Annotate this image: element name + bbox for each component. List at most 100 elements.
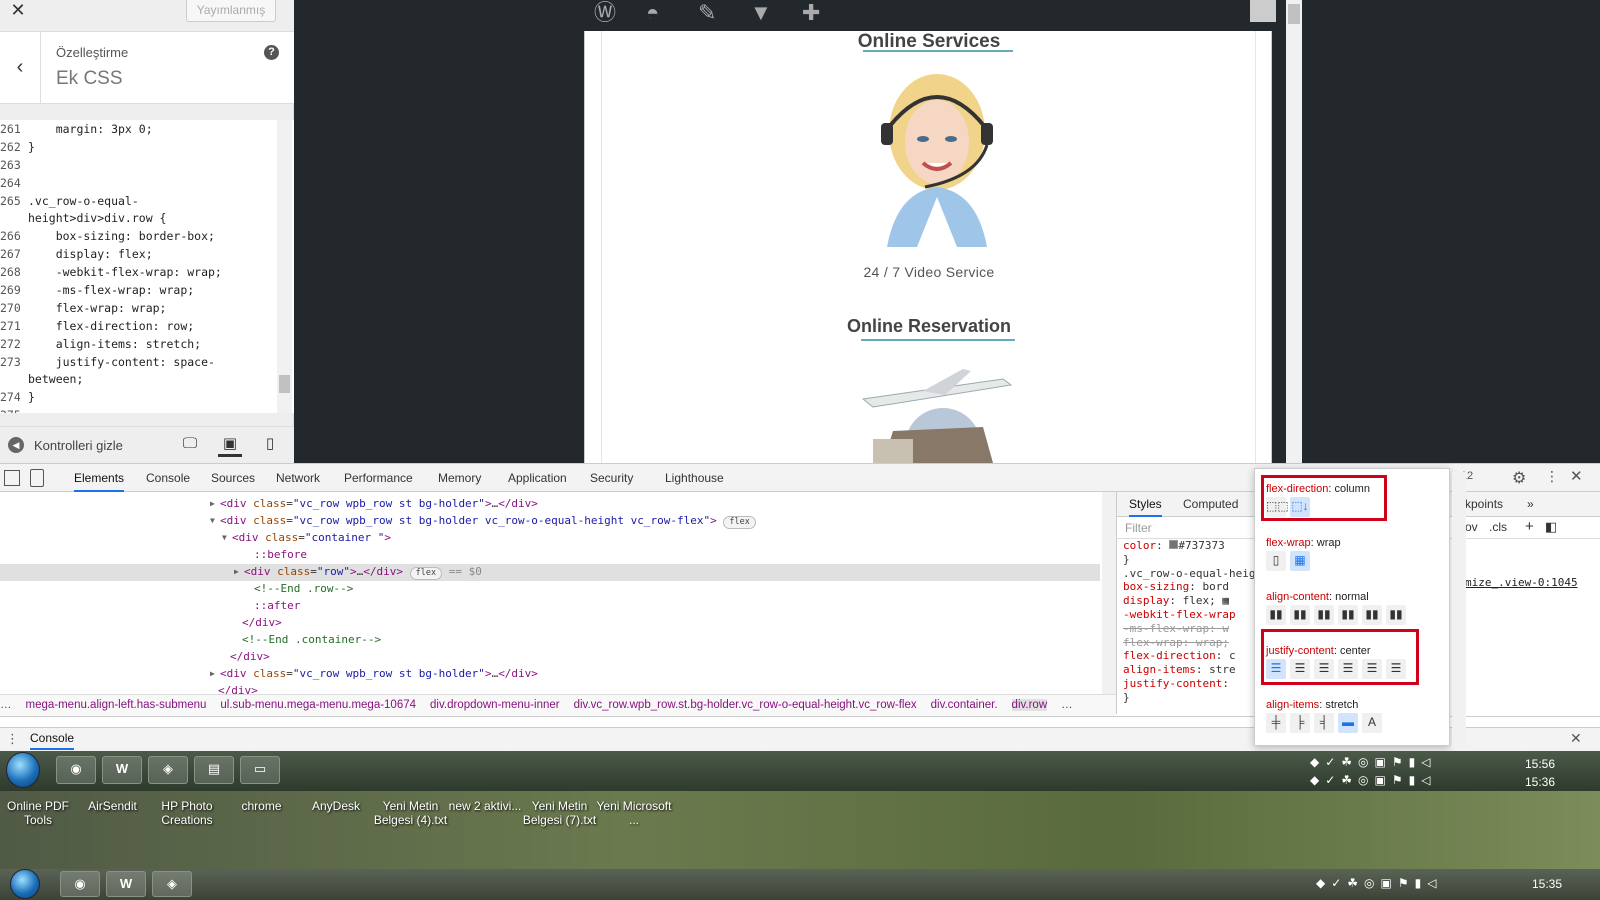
breadcrumb-item[interactable]: …	[0, 699, 12, 711]
comments-icon[interactable]: ▼	[750, 2, 802, 24]
code-line[interactable]: flex-wrap: wrap;	[28, 300, 276, 318]
system-tray-icons[interactable]: ◆✓☘◎▣⚑▮◁	[1310, 755, 1436, 769]
dom-node[interactable]: </div>	[0, 615, 1100, 632]
dom-tree-scrollbar[interactable]	[1102, 492, 1116, 694]
clock[interactable]: 15:35	[1532, 877, 1562, 891]
code-line[interactable]: -ms-flex-wrap: wrap;	[28, 282, 276, 300]
breadcrumb-item[interactable]: mega-menu.align-left.has-submenu	[26, 699, 207, 711]
align-items-option-icon[interactable]: ╪	[1266, 713, 1286, 733]
more-tabs-icon[interactable]: »	[1527, 492, 1534, 517]
dom-node[interactable]: <!--End .container-->	[0, 632, 1100, 649]
expand-arrow-icon[interactable]: ▼	[222, 530, 227, 547]
tab-memory[interactable]: Memory	[438, 464, 481, 492]
desktop-icon[interactable]: Yeni Metin Belgesi (7).txt	[522, 799, 598, 827]
inspect-element-icon[interactable]	[4, 470, 20, 486]
dom-breadcrumb[interactable]: … mega-menu.align-left.has-submenu ul.sub-…	[0, 694, 1116, 716]
more-options-icon[interactable]: ⋮	[1545, 468, 1559, 485]
dom-node[interactable]: ::before	[0, 547, 1100, 564]
styles-scrollbar[interactable]	[1452, 472, 1466, 748]
hide-controls-icon[interactable]: ◀	[8, 437, 24, 453]
clock-top[interactable]: 15:56	[1525, 757, 1555, 771]
code-line[interactable]: display: flex;	[28, 246, 276, 264]
code-line[interactable]: }	[28, 139, 276, 157]
start-button[interactable]	[10, 869, 40, 899]
tab-styles[interactable]: Styles	[1129, 492, 1162, 517]
preview-scrollbar[interactable]	[1286, 0, 1302, 463]
code-line[interactable]: margin: 3px 0;	[28, 121, 276, 139]
toggle-sidebar-icon[interactable]: ◧	[1545, 519, 1557, 535]
desktop-icon[interactable]: Yeni Metin Belgesi (4).txt	[373, 799, 449, 827]
desktop-icon[interactable]: Online PDF Tools	[0, 799, 76, 827]
dom-node[interactable]: ▶ <div class="vc_row wpb_row st bg-holder…	[0, 666, 1100, 683]
flex-wrap-option-icon[interactable]: ▦	[1290, 551, 1310, 571]
align-content-option-icon[interactable]: ▮▮	[1362, 605, 1382, 625]
breadcrumb-item[interactable]: div.container.	[931, 699, 998, 711]
tab-application[interactable]: Application	[508, 464, 567, 492]
system-tray-icons[interactable]: ◆✓☘◎▣⚑▮◁	[1316, 876, 1442, 890]
align-items-option-icon[interactable]: ▬	[1338, 713, 1358, 733]
drawer-menu-icon[interactable]: ⋮	[6, 731, 19, 747]
chrome-taskbar-icon[interactable]: ◉	[60, 871, 100, 897]
align-content-option-icon[interactable]: ▮▮	[1338, 605, 1358, 625]
hide-controls-button[interactable]: Kontrolleri gizle	[34, 438, 123, 453]
tab-network[interactable]: Network	[276, 464, 320, 492]
close-icon[interactable]: ✕	[0, 0, 36, 22]
start-button[interactable]	[6, 752, 40, 788]
user-avatar[interactable]	[1250, 0, 1276, 22]
explorer-taskbar-icon[interactable]: ▤	[194, 756, 234, 784]
desktop-preview-icon[interactable]: 🖵	[178, 433, 202, 457]
css-code[interactable]: margin: 3px 0;} .vc_row-o-equal-height>di…	[28, 120, 276, 413]
editor-scrollbar[interactable]	[277, 120, 292, 413]
dom-node[interactable]: ▶ <div class="row">…</div> flex == $0	[0, 564, 1100, 581]
clock-mid[interactable]: 15:36	[1525, 775, 1555, 789]
hover-state-toggle[interactable]: ov	[1465, 520, 1478, 534]
code-line[interactable]: -webkit-flex-wrap: wrap;	[28, 264, 276, 282]
breadcrumb-item[interactable]: div.vc_row.wpb_row.st.bg-holder.vc_row-o…	[574, 699, 917, 711]
system-tray-icons-2[interactable]: ◆✓☘◎▣⚑▮◁	[1310, 773, 1436, 787]
word-taskbar-icon[interactable]: W	[106, 871, 146, 897]
back-arrow-icon[interactable]: ‹	[0, 32, 41, 104]
code-line[interactable]: between;	[28, 371, 276, 389]
expand-arrow-icon[interactable]: ▶	[210, 666, 215, 683]
dom-node[interactable]: </div>	[0, 683, 1100, 694]
console-drawer-tab[interactable]: Console	[30, 728, 75, 750]
code-line[interactable]: align-items: stretch;	[28, 336, 276, 354]
align-items-option-icon[interactable]: ╞	[1290, 713, 1310, 733]
customize-brush-icon[interactable]: ✎	[698, 2, 750, 24]
tab-elements[interactable]: Elements	[74, 464, 125, 492]
settings-gear-icon[interactable]: ⚙	[1512, 468, 1526, 488]
code-line[interactable]: .vc_row-o-equal-	[28, 193, 276, 211]
dom-node[interactable]: ▼ <div class="container ">	[0, 530, 1100, 547]
close-drawer-icon[interactable]: ✕	[1570, 730, 1582, 747]
desktop-icon[interactable]: AirSendit	[75, 799, 151, 813]
breadcrumb-item[interactable]: ul.sub-menu.mega-menu.mega-10674	[220, 699, 416, 711]
dom-node[interactable]: ▶ <div class="vc_row wpb_row st bg-holder…	[0, 496, 1100, 513]
code-line[interactable]: justify-content: space-	[28, 354, 276, 372]
wordpress-icon[interactable]: Ⓦ	[594, 2, 646, 24]
flex-wrap-option-icon[interactable]: ▯	[1266, 551, 1286, 571]
close-devtools-icon[interactable]: ✕	[1570, 467, 1583, 485]
css-code-editor[interactable]: 261 262 263 264 265 266 267 268 269 270 271 272 273 2…	[0, 120, 294, 413]
breadcrumb-item[interactable]: div.row	[1011, 699, 1048, 711]
tab-computed[interactable]: Computed	[1183, 492, 1238, 517]
align-items-option-icon[interactable]: A	[1362, 713, 1382, 733]
code-line[interactable]	[28, 407, 276, 413]
mobile-preview-icon[interactable]: ▯	[258, 433, 282, 457]
help-icon[interactable]: ?	[264, 45, 279, 60]
editor-scroll-thumb[interactable]	[279, 375, 290, 393]
align-items-option-icon[interactable]: ╡	[1314, 713, 1334, 733]
tab-console[interactable]: Console	[146, 464, 190, 492]
desktop-icon[interactable]: Yeni Microsoft ...	[596, 799, 672, 827]
code-line[interactable]	[28, 175, 276, 193]
tab-performance[interactable]: Performance	[344, 464, 413, 492]
align-content-option-icon[interactable]: ▮▮	[1386, 605, 1406, 625]
code-line[interactable]: flex-direction: row;	[28, 318, 276, 336]
new-content-icon[interactable]: ✚	[802, 2, 854, 24]
anydesk-taskbar-icon[interactable]: ◈	[148, 756, 188, 784]
desktop-icon[interactable]: chrome	[224, 799, 300, 813]
breadcrumb-item[interactable]: …	[1061, 699, 1073, 711]
dashboard-icon[interactable]: ◓	[646, 2, 698, 24]
publish-button[interactable]: Yayımlanmış	[186, 0, 276, 22]
code-line[interactable]	[28, 157, 276, 175]
code-line[interactable]: height>div>div.row {	[28, 210, 276, 228]
